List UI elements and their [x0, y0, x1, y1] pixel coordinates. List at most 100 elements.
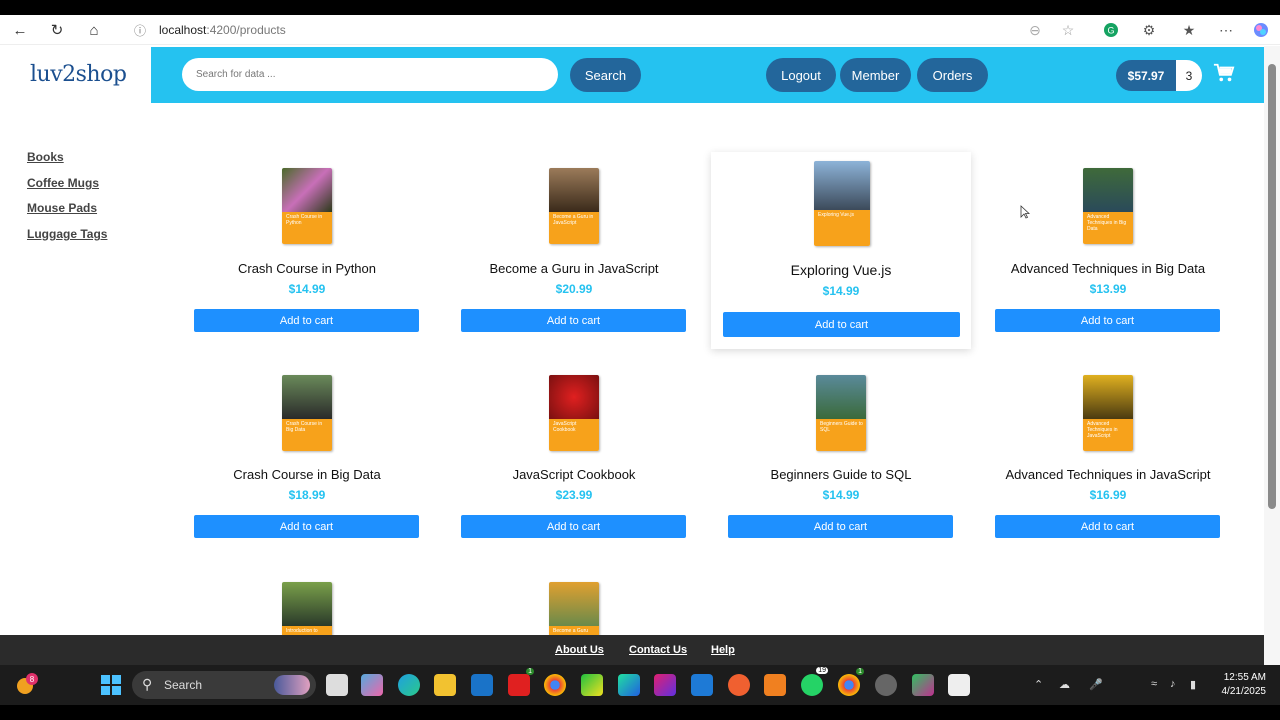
info-icon[interactable]: ⓘ — [130, 20, 150, 40]
search-input[interactable] — [182, 58, 558, 91]
file-explorer-icon[interactable] — [434, 674, 456, 696]
taskbar-clock[interactable]: 12:55 AM 4/21/2025 — [1214, 671, 1267, 699]
product-name[interactable]: Crash Course in Python — [177, 261, 437, 276]
wifi-icon[interactable]: ≈ — [1151, 678, 1157, 690]
book-cover-image[interactable]: Beginners Guide to SQL — [816, 375, 866, 451]
reload-icon[interactable]: ↻ — [47, 20, 67, 40]
cover-title: Introduction to — [286, 627, 318, 634]
book-cover-image[interactable]: Advanced Techniques in Big Data — [1083, 168, 1133, 244]
cover-title: Beginners Guide to SQL — [820, 420, 863, 433]
cover-title: Advanced Techniques in JavaScript — [1087, 420, 1118, 439]
product-name[interactable]: Become a Guru in JavaScript — [444, 261, 704, 276]
back-icon[interactable]: ← — [10, 20, 30, 40]
zoom-icon[interactable]: ⊖ — [1026, 21, 1044, 39]
luv2shop-logo[interactable]: luv2shop — [30, 62, 127, 87]
product-name[interactable]: Advanced Techniques in JavaScript — [978, 467, 1238, 482]
add-to-cart-button[interactable]: Add to cart — [461, 309, 686, 332]
category-books[interactable]: Books — [27, 150, 64, 164]
xampp-icon[interactable] — [764, 674, 786, 696]
grammarly-extension-icon[interactable]: G — [1102, 21, 1120, 39]
book-cover-image[interactable]: Crash Course in Big Data — [282, 375, 332, 451]
category-coffee-mugs[interactable]: Coffee Mugs — [27, 176, 99, 190]
copilot-icon[interactable] — [1252, 21, 1270, 39]
media-player-icon[interactable] — [875, 674, 897, 696]
cover-title: Crash Course in Big Data — [286, 420, 323, 433]
extensions-icon[interactable]: ⚙ — [1140, 21, 1158, 39]
search-button[interactable]: Search — [570, 58, 641, 92]
more-menu-icon[interactable]: ⋯ — [1217, 21, 1235, 39]
clion-icon[interactable] — [618, 674, 640, 696]
product-name[interactable]: Exploring Vue.js — [711, 262, 971, 278]
shopping-cart-icon[interactable] — [1213, 62, 1235, 84]
page-scrollbar[interactable] — [1264, 46, 1280, 665]
cover-title: Become a Guru in JavaScript — [553, 213, 594, 226]
book-cover-image[interactable]: Crash Course in Python — [282, 168, 332, 244]
battery-icon[interactable]: ▮ — [1190, 678, 1196, 691]
url-path: :4200/products — [206, 23, 286, 37]
logout-button[interactable]: Logout — [766, 58, 836, 92]
git-icon[interactable] — [912, 674, 934, 696]
edge-icon[interactable] — [398, 674, 420, 696]
tray-overflow-icon[interactable]: ⌃ — [1034, 678, 1043, 691]
browser-window: ← ↻ ⌂ ⓘ localhost:4200/products ⊖ ☆ G ⚙ … — [0, 15, 1280, 665]
product-name[interactable]: Advanced Techniques in Big Data — [978, 261, 1238, 276]
product-name[interactable]: Crash Course in Big Data — [177, 467, 437, 482]
orders-button[interactable]: Orders — [917, 58, 988, 92]
taskbar-search[interactable]: ⚲ Search — [132, 671, 316, 699]
scroll-thumb[interactable] — [1268, 64, 1276, 509]
pycharm-icon[interactable] — [581, 674, 603, 696]
favorites-icon[interactable]: ★ — [1180, 21, 1198, 39]
footer-contact-link[interactable]: Contact Us — [629, 644, 687, 656]
chrome-icon[interactable] — [544, 674, 566, 696]
copilot-app-icon[interactable] — [361, 674, 383, 696]
weather-widget-icon[interactable]: 8 — [14, 673, 38, 697]
whatsapp-badge: 19 — [816, 667, 828, 674]
outlook-icon[interactable] — [471, 674, 493, 696]
add-to-cart-button[interactable]: Add to cart — [461, 515, 686, 538]
volume-icon[interactable]: ♪ — [1170, 678, 1176, 690]
category-luggage-tags[interactable]: Luggage Tags — [27, 227, 107, 241]
book-cover-image[interactable]: Exploring Vue.js — [814, 161, 870, 246]
clock-date: 4/21/2025 — [1221, 686, 1267, 697]
cart-count: 3 — [1176, 60, 1202, 91]
chrome-profile-icon[interactable]: 1 — [838, 668, 864, 696]
home-icon[interactable]: ⌂ — [84, 20, 104, 40]
cover-title: Exploring Vue.js — [818, 212, 854, 218]
microphone-icon[interactable]: 🎤 — [1089, 678, 1103, 691]
postman-icon[interactable] — [728, 674, 750, 696]
favorite-star-icon[interactable]: ☆ — [1059, 21, 1077, 39]
cover-title: Advanced Techniques in Big Data — [1087, 213, 1127, 232]
intellij-icon[interactable] — [654, 674, 676, 696]
add-to-cart-button[interactable]: Add to cart — [723, 312, 960, 337]
footer-help-link[interactable]: Help — [711, 644, 735, 656]
add-to-cart-button[interactable]: Add to cart — [995, 309, 1220, 332]
book-cover-image[interactable]: JavaScript Cookbook — [549, 375, 599, 451]
product-price: $14.99 — [822, 284, 860, 298]
cover-title: Become a Guru — [553, 627, 589, 634]
add-to-cart-button[interactable]: Add to cart — [194, 515, 419, 538]
cart-status[interactable]: $57.97 3 — [1116, 60, 1202, 91]
product-name[interactable]: Beginners Guide to SQL — [711, 467, 971, 482]
browser-toolbar: ← ↻ ⌂ ⓘ localhost:4200/products ⊖ ☆ G ⚙ … — [0, 15, 1280, 45]
notepad-icon[interactable] — [948, 674, 970, 696]
footer: About Us Contact Us Help — [0, 635, 1264, 665]
book-cover-image[interactable]: Become a Guru in JavaScript — [549, 168, 599, 244]
footer-about-link[interactable]: About Us — [555, 644, 604, 656]
youtube-icon[interactable]: 1 — [508, 668, 534, 696]
book-cover-image[interactable]: Advanced Techniques in JavaScript — [1083, 375, 1133, 451]
onedrive-icon[interactable]: ☁ — [1059, 678, 1070, 691]
member-button[interactable]: Member — [840, 58, 911, 92]
add-to-cart-button[interactable]: Add to cart — [995, 515, 1220, 538]
search-icon: ⚲ — [142, 676, 153, 692]
category-mouse-pads[interactable]: Mouse Pads — [27, 201, 97, 215]
task-view-icon[interactable] — [326, 674, 348, 696]
windows-start-icon[interactable] — [100, 674, 122, 696]
whatsapp-icon[interactable]: 19 — [801, 667, 828, 696]
mouse-cursor-icon — [1020, 205, 1030, 219]
vscode-icon[interactable] — [691, 674, 713, 696]
address-bar[interactable]: localhost:4200/products — [159, 23, 286, 37]
add-to-cart-button[interactable]: Add to cart — [728, 515, 953, 538]
product-name[interactable]: JavaScript Cookbook — [444, 467, 704, 482]
cover-title: Crash Course in Python — [286, 213, 323, 226]
add-to-cart-button[interactable]: Add to cart — [194, 309, 419, 332]
